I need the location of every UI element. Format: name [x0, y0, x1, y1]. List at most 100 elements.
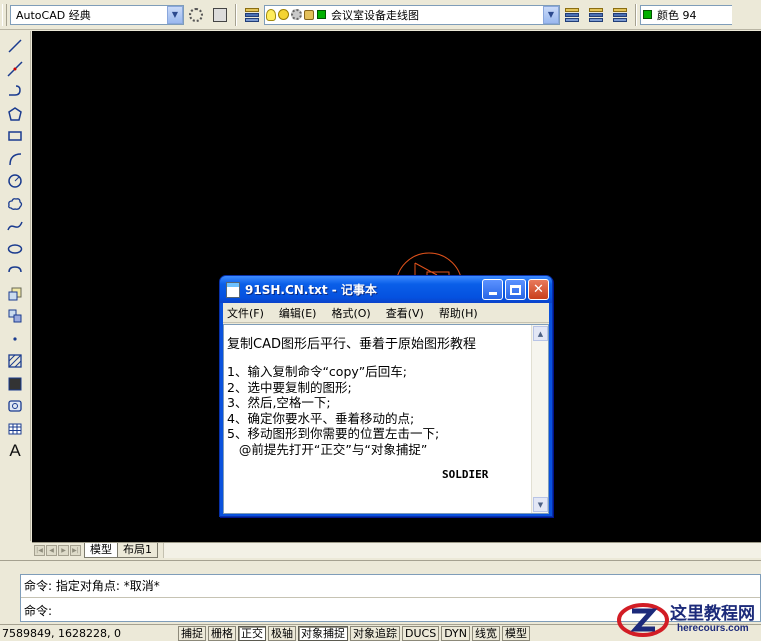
circle-tool[interactable] — [4, 170, 26, 192]
spline-icon — [7, 221, 23, 231]
hatch-tool[interactable] — [4, 350, 26, 372]
multiline-text-tool[interactable]: A — [4, 440, 26, 462]
menu-help[interactable]: 帮助(H) — [439, 305, 478, 321]
xline-icon — [7, 60, 23, 77]
tutorial-heading: 复制CAD图形后平行、垂着于原始图形教程 — [227, 337, 476, 352]
gradient-tool[interactable] — [4, 373, 26, 395]
coordinate-readout[interactable]: 7589849, 1628228, 0 — [0, 627, 178, 640]
horizontal-scrollbar[interactable] — [163, 543, 761, 558]
region-icon — [8, 400, 22, 412]
table-icon — [8, 423, 22, 434]
chevron-down-icon[interactable]: ▼ — [543, 5, 559, 24]
cloud-icon — [8, 197, 23, 210]
my-workspace-button[interactable] — [210, 5, 230, 25]
hatch-icon — [8, 354, 22, 368]
tutorial-signature: SOLDIER — [442, 468, 489, 481]
menu-edit[interactable]: 编辑(E) — [279, 305, 317, 321]
ellipse-tool[interactable] — [4, 238, 26, 260]
region-tool[interactable] — [4, 395, 26, 417]
menu-file[interactable]: 文件(F) — [227, 305, 264, 321]
rectangle-icon — [8, 131, 22, 141]
ortho-toggle[interactable]: 正交 — [238, 625, 266, 641]
lineweight-toggle[interactable]: 线宽 — [472, 625, 501, 641]
tutorial-step: 4、确定你要水平、垂着移动的点; — [227, 410, 415, 426]
layer-manager-button[interactable] — [242, 5, 262, 25]
notepad-window: 91SH.CN.txt - 记事本 ✕ 文件(F) 编辑(E) 格式(O) 查看… — [219, 275, 553, 517]
table-tool[interactable] — [4, 418, 26, 440]
insert-block-tool[interactable] — [4, 283, 26, 305]
ellipse-icon — [7, 243, 23, 254]
snap-toggle[interactable]: 捕捉 — [178, 625, 206, 641]
gradient-icon — [8, 377, 22, 390]
osnap-toggle[interactable]: 对象捕捉 — [298, 625, 348, 641]
polar-toggle[interactable]: 极轴 — [268, 625, 296, 641]
layers-previous-icon — [588, 7, 604, 22]
make-layer-current-button[interactable] — [562, 5, 582, 25]
minimize-icon — [488, 291, 497, 295]
model-toggle[interactable]: 模型 — [502, 625, 531, 641]
polygon-tool[interactable] — [4, 103, 26, 125]
grid-toggle[interactable]: 栅格 — [208, 625, 236, 641]
notepad-titlebar[interactable]: 91SH.CN.txt - 记事本 ✕ — [220, 276, 552, 303]
next-tab-icon[interactable]: ▶ — [58, 545, 69, 556]
tutorial-step: 3、然后,空格一下; — [227, 395, 331, 410]
menu-format[interactable]: 格式(O) — [331, 305, 370, 321]
ellipse-arc-tool[interactable] — [4, 260, 26, 282]
workspace-value: AutoCAD 经典 — [16, 8, 91, 22]
draw-toolbar: A — [0, 31, 31, 541]
layer-previous-button[interactable] — [586, 5, 606, 25]
minimize-button[interactable] — [482, 279, 503, 300]
color-value: 颜色 94 — [657, 8, 697, 22]
watermark: 这里教程网 herecours.com — [614, 598, 761, 641]
sun-icon — [278, 9, 289, 20]
last-tab-icon[interactable]: ▶| — [70, 545, 81, 556]
prev-tab-icon[interactable]: ◀ — [46, 545, 57, 556]
dyn-toggle[interactable]: DYN — [441, 625, 471, 641]
circle-icon — [8, 174, 22, 188]
vertical-scrollbar[interactable]: ▲ ▼ — [531, 325, 548, 513]
watermark-logo-icon — [617, 603, 669, 637]
freeze-icon — [291, 9, 302, 20]
layers-current-icon — [564, 7, 580, 22]
line-icon — [8, 39, 22, 53]
ellipse-arc-icon — [8, 266, 22, 273]
tab-layout1[interactable]: 布局1 — [117, 543, 158, 558]
rectangle-tool[interactable] — [4, 125, 26, 147]
spline-tool[interactable] — [4, 215, 26, 237]
workspace-select[interactable]: AutoCAD 经典 ▼ — [10, 4, 184, 25]
construction-line-tool[interactable] — [4, 58, 26, 80]
close-icon: ✕ — [533, 282, 544, 297]
notepad-text-area[interactable]: 复制CAD图形后平行、垂着于原始图形教程 1、输入复制命令“copy”后回车; … — [223, 324, 549, 514]
layer-select[interactable]: 会议室设备走线图 ▼ — [264, 4, 560, 25]
layers-icon — [244, 7, 260, 22]
first-tab-icon[interactable]: |◀ — [34, 545, 45, 556]
maximize-button[interactable] — [505, 279, 526, 300]
polyline-tool[interactable] — [4, 80, 26, 102]
point-icon — [13, 336, 17, 341]
chevron-down-icon[interactable]: ▼ — [167, 5, 183, 24]
tab-model[interactable]: 模型 — [84, 543, 118, 558]
scroll-up-icon[interactable]: ▲ — [533, 326, 548, 341]
arc-tool[interactable] — [4, 148, 26, 170]
command-prompt[interactable]: 命令: — [24, 602, 52, 619]
workspace-settings-button[interactable] — [186, 5, 206, 25]
line-tool[interactable] — [4, 35, 26, 57]
tutorial-step: 1、输入复制命令“copy”后回车; — [227, 364, 407, 379]
scroll-down-icon[interactable]: ▼ — [533, 497, 548, 512]
maximize-icon — [510, 284, 521, 295]
ducs-toggle[interactable]: DUCS — [402, 625, 440, 641]
make-block-tool[interactable] — [4, 305, 26, 327]
layer-states-button[interactable] — [610, 5, 630, 25]
point-tool[interactable] — [4, 328, 26, 350]
otrack-toggle[interactable]: 对象追踪 — [350, 625, 400, 641]
workspace-icon — [213, 7, 227, 22]
notepad-title: 91SH.CN.txt - 记事本 — [245, 283, 377, 297]
revision-cloud-tool[interactable] — [4, 193, 26, 215]
toolbar-grip[interactable] — [2, 3, 7, 26]
close-button[interactable]: ✕ — [528, 279, 549, 300]
watermark-url: herecours.com — [677, 623, 749, 634]
color-select[interactable]: 颜色 94 — [640, 4, 732, 25]
watermark-title: 这里教程网 — [670, 604, 755, 624]
polyline-icon — [9, 85, 21, 96]
menu-view[interactable]: 查看(V) — [386, 305, 424, 321]
